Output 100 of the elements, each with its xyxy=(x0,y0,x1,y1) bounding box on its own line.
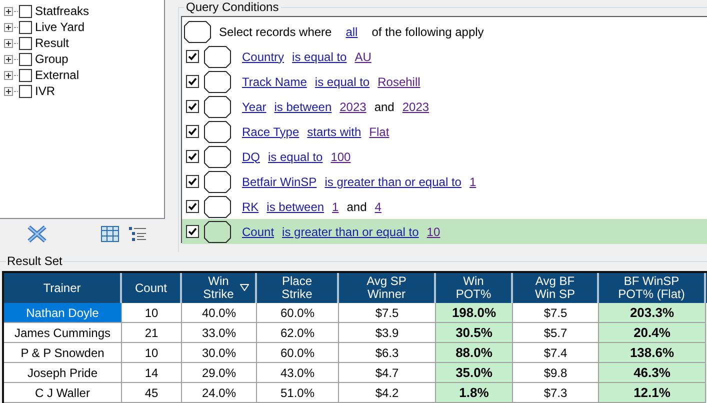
tree-item-label[interactable]: Result xyxy=(35,34,70,52)
table-cell: 60.0% xyxy=(257,343,339,363)
expand-icon[interactable] xyxy=(4,22,13,32)
table-cell: 88.0% xyxy=(436,343,513,363)
table-cell: $6.3 xyxy=(339,343,436,363)
table-cell: 30.5% xyxy=(436,323,513,343)
condition-link[interactable]: Track Name xyxy=(242,72,307,90)
condition-link[interactable]: is greater than or equal to xyxy=(324,172,462,190)
table-cell: $5.7 xyxy=(513,323,599,343)
checkbox[interactable] xyxy=(186,125,199,138)
condition-link[interactable]: RK xyxy=(242,198,259,216)
table-cell[interactable]: Nathan Doyle xyxy=(4,303,122,323)
checkbox[interactable] xyxy=(186,75,199,88)
table-cell: 20.4% xyxy=(599,323,706,343)
table-cell: 51.0% xyxy=(257,383,339,403)
table-cell[interactable]: Joseph Pride xyxy=(4,363,122,383)
checkbox[interactable] xyxy=(186,100,199,113)
expand-icon[interactable] xyxy=(4,54,13,64)
condition-row[interactable]: Count is greater than or equal to 10 xyxy=(182,219,707,244)
table-cell: 10 xyxy=(122,303,182,323)
value-link[interactable]: 100 xyxy=(330,148,351,166)
condition-link[interactable]: is equal to xyxy=(268,148,323,166)
tree-item-label[interactable]: Live Yard xyxy=(35,18,85,36)
condition-text: and xyxy=(346,198,367,216)
condition-handle-icon[interactable] xyxy=(204,146,231,168)
expand-icon[interactable] xyxy=(4,6,13,16)
table-cell: $7.3 xyxy=(513,383,599,403)
expand-icon[interactable] xyxy=(4,38,13,48)
table-cell: 10 xyxy=(122,343,182,363)
condition-link[interactable]: is equal to xyxy=(314,72,370,90)
condition-link[interactable]: Country xyxy=(242,48,284,66)
grid-icon[interactable] xyxy=(101,226,119,242)
tree-item-label[interactable]: IVR xyxy=(35,82,56,100)
checkbox[interactable] xyxy=(19,68,32,82)
table-cell: 60.0% xyxy=(257,303,339,323)
query-text: of the following apply xyxy=(372,24,484,40)
value-link[interactable]: 4 xyxy=(374,198,382,216)
checkbox[interactable] xyxy=(186,200,199,213)
tree-item-label[interactable]: Group xyxy=(35,50,68,68)
condition-handle-icon[interactable] xyxy=(184,20,211,42)
value-link[interactable]: AU xyxy=(354,48,372,66)
table-cell: 1.8% xyxy=(436,383,513,403)
condition-link[interactable]: Year xyxy=(242,98,266,116)
condition-handle-icon[interactable] xyxy=(204,196,231,218)
value-link[interactable]: Flat xyxy=(369,122,390,140)
value-link[interactable]: 2023 xyxy=(340,98,366,116)
table-cell: 30.0% xyxy=(182,343,257,363)
checkbox[interactable] xyxy=(19,52,32,66)
condition-link[interactable]: is equal to xyxy=(292,48,347,66)
checkbox[interactable] xyxy=(186,225,199,238)
condition-link[interactable]: starts with xyxy=(307,122,362,140)
table-cell: $9.8 xyxy=(513,363,599,383)
value-link[interactable]: 1 xyxy=(332,198,339,216)
condition-handle-icon[interactable] xyxy=(204,96,231,118)
query-text: Select records where xyxy=(219,24,332,40)
value-link[interactable]: 10 xyxy=(426,222,440,240)
condition-link[interactable]: DQ xyxy=(242,148,260,166)
table-cell: 43.0% xyxy=(257,363,339,383)
condition-handle-icon[interactable] xyxy=(204,170,231,192)
table-cell[interactable]: P & P Snowden xyxy=(4,343,122,363)
value-link[interactable]: 2023 xyxy=(402,98,430,116)
clear-conditions-icon[interactable] xyxy=(26,224,48,244)
condition-text: and xyxy=(374,98,394,116)
condition-link[interactable]: Count xyxy=(242,222,274,240)
condition-handle-icon[interactable] xyxy=(204,120,231,142)
table-cell[interactable]: C J Waller xyxy=(4,383,122,403)
condition-link[interactable]: is between xyxy=(266,198,324,216)
value-link[interactable]: 1 xyxy=(469,172,476,190)
tree-item-label[interactable]: Statfreaks xyxy=(35,2,90,20)
condition-link[interactable]: is greater than or equal to xyxy=(282,222,419,240)
condition-handle-icon[interactable] xyxy=(204,220,231,242)
sort-icon[interactable] xyxy=(240,284,249,291)
expand-icon[interactable] xyxy=(4,70,13,80)
expand-icon[interactable] xyxy=(4,86,13,96)
table-cell: $7.5 xyxy=(339,303,436,323)
checkbox[interactable] xyxy=(186,50,199,63)
table-cell: 21 xyxy=(122,323,182,343)
table-cell: 138.6% xyxy=(599,343,706,363)
table-cell: 29.0% xyxy=(182,363,257,383)
condition-link[interactable]: Race Type xyxy=(242,122,300,140)
value-link[interactable]: Rosehill xyxy=(378,72,420,90)
checkbox[interactable] xyxy=(19,84,32,98)
table-cell: 46.3% xyxy=(599,363,706,383)
tree-item-label[interactable]: External xyxy=(35,66,80,84)
condition-handle-icon[interactable] xyxy=(204,70,231,92)
checkbox[interactable] xyxy=(19,36,32,50)
table-cell: 14 xyxy=(122,363,182,383)
match-mode-link[interactable]: all xyxy=(346,22,358,40)
checkbox[interactable] xyxy=(186,175,199,188)
condition-link[interactable]: is between xyxy=(274,98,332,116)
checkbox[interactable] xyxy=(186,150,199,163)
table-cell: 33.0% xyxy=(182,323,257,343)
table-cell: 35.0% xyxy=(436,363,513,383)
table-cell[interactable]: James Cummings xyxy=(4,323,122,343)
list-icon[interactable] xyxy=(129,226,146,242)
checkbox[interactable] xyxy=(19,4,32,18)
checkbox[interactable] xyxy=(19,20,32,34)
table-cell: $7.5 xyxy=(513,303,599,323)
condition-handle-icon[interactable] xyxy=(204,46,231,68)
condition-link[interactable]: Betfair WinSP xyxy=(242,172,317,190)
